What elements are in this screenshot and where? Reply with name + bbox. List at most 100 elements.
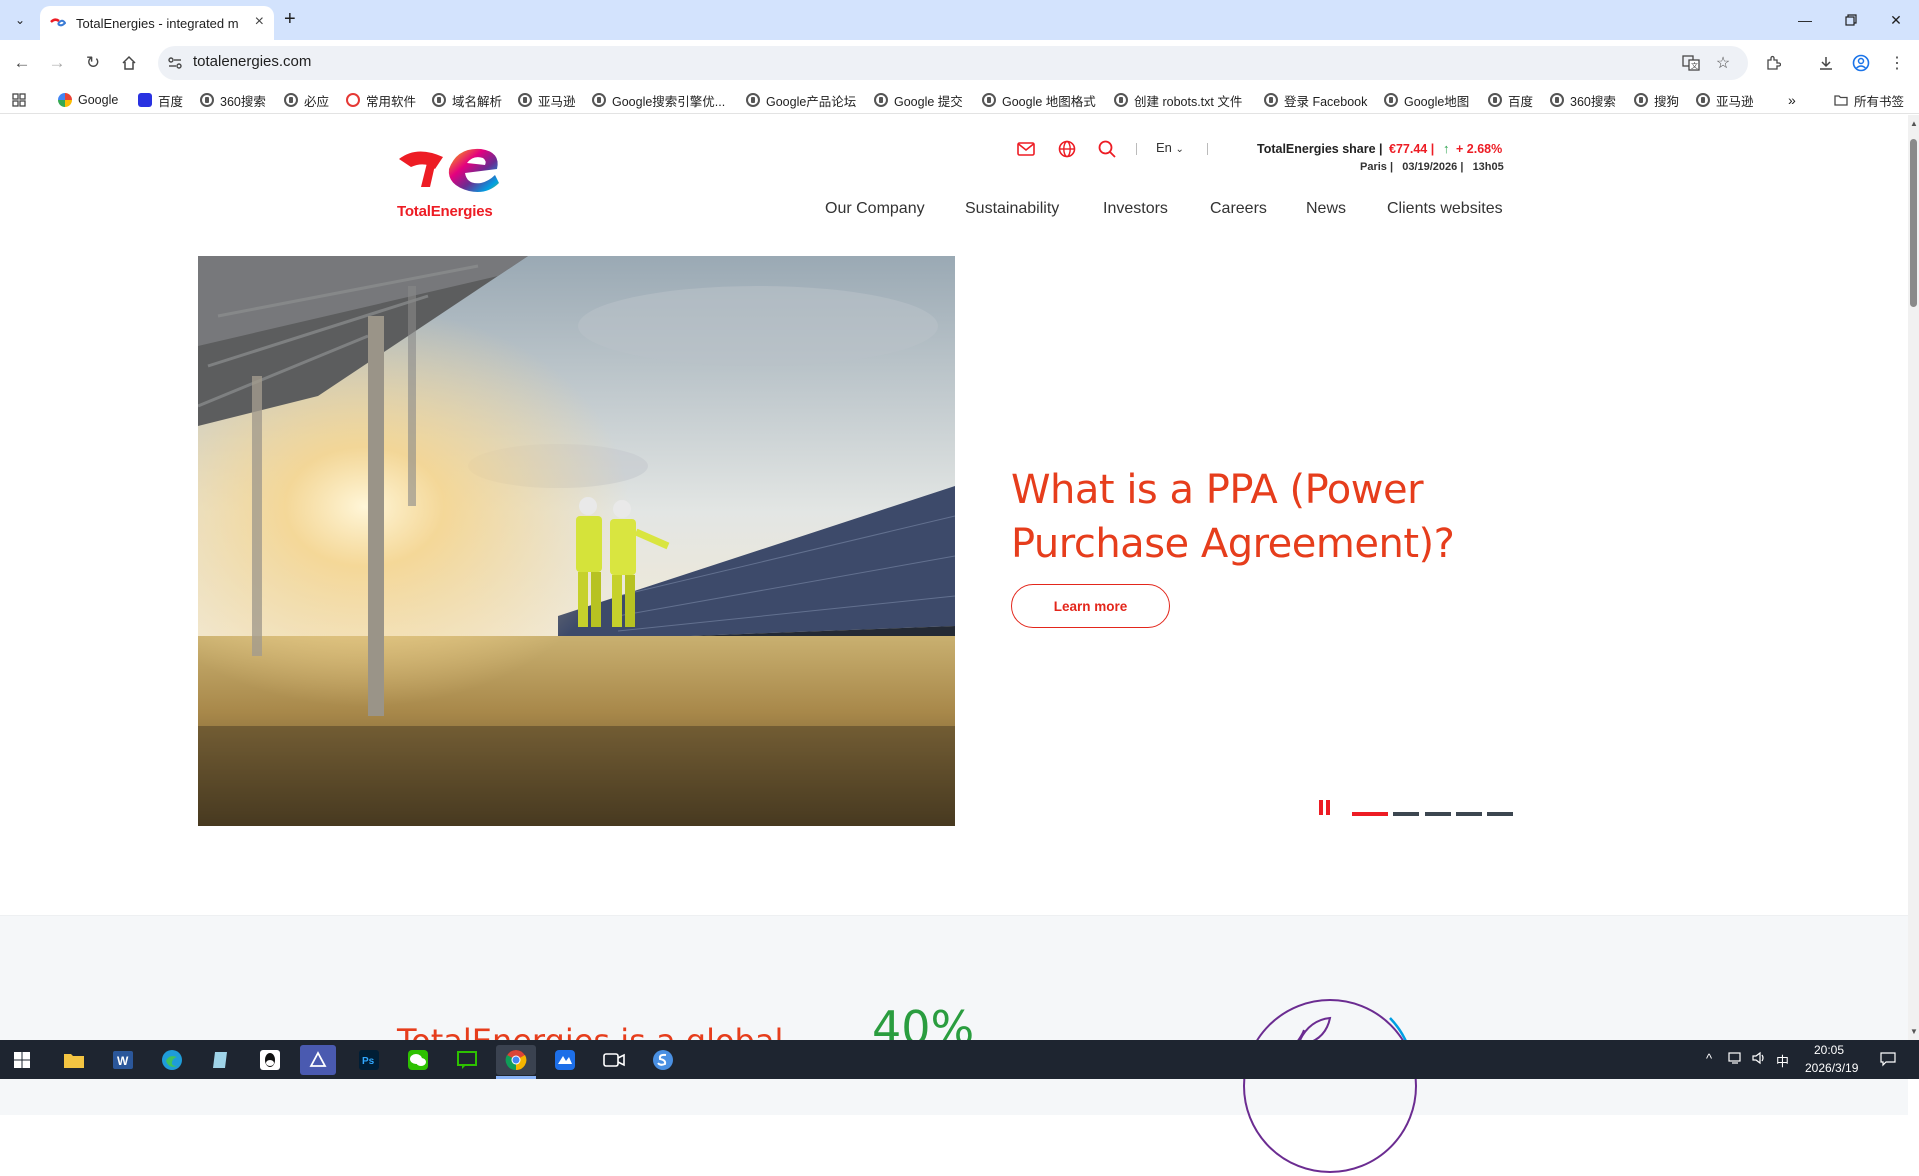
carousel-dot-3[interactable] (1425, 812, 1451, 816)
notifications-icon[interactable] (1880, 1051, 1896, 1070)
all-bookmarks-folder[interactable]: 所有书签 (1834, 91, 1904, 109)
bookmark-item[interactable]: 域名解析 (432, 91, 502, 109)
bookmark-star-icon[interactable]: ☆ (1712, 52, 1734, 74)
file-explorer-icon[interactable] (59, 1045, 89, 1075)
chrome-icon[interactable] (496, 1045, 536, 1075)
edge-icon[interactable] (157, 1045, 187, 1075)
menu-kebab-icon[interactable]: ⋮ (1886, 52, 1908, 74)
ime-indicator[interactable]: 中 (1776, 1051, 1789, 1070)
bookmark-item[interactable]: Google搜索引擎优... (592, 91, 725, 109)
video-app-icon[interactable] (599, 1045, 629, 1075)
bookmark-item[interactable]: 搜狗 (1634, 91, 1679, 109)
learn-more-button[interactable]: Learn more (1011, 584, 1170, 628)
restore-icon[interactable] (1839, 8, 1863, 32)
translate-icon[interactable]: 文 (1680, 52, 1702, 74)
divider (1136, 143, 1137, 155)
lanhu-icon[interactable] (550, 1045, 580, 1075)
globe-icon (746, 93, 760, 107)
photoshop-icon[interactable]: Ps (354, 1045, 384, 1075)
arrow-up-icon: ↑ (1443, 141, 1450, 156)
mail-icon[interactable] (1016, 139, 1036, 159)
bookmark-item[interactable]: 必应 (284, 91, 329, 109)
address-bar[interactable] (158, 46, 1748, 80)
bookmark-item[interactable]: Google 地图格式 (982, 91, 1096, 109)
bookmark-item[interactable]: 百度 (138, 91, 183, 109)
volume-icon[interactable] (1752, 1051, 1768, 1068)
bookmark-item[interactable]: 常用软件 (346, 91, 416, 109)
page-scrollbar[interactable]: ▲ ▼ (1908, 115, 1919, 1040)
active-tab[interactable]: TotalEnergies - integrated m × (40, 6, 274, 40)
sogou-icon[interactable] (648, 1045, 678, 1075)
carousel-dot-4[interactable] (1456, 812, 1482, 816)
chevron-down-icon: ⌄ (1175, 144, 1184, 155)
notepad-icon[interactable] (206, 1045, 236, 1075)
bookmark-item[interactable]: 360搜索 (1550, 91, 1616, 109)
hero-image (198, 256, 955, 826)
nav-our-company[interactable]: Our Company (825, 200, 925, 218)
bookmark-item[interactable]: 360搜索 (200, 91, 266, 109)
leaf-circle-icon (1243, 999, 1417, 1173)
new-tab-icon[interactable]: + (284, 9, 296, 29)
url-text[interactable]: totalenergies.com (193, 53, 311, 70)
tab-search-icon[interactable]: ⌄ (8, 8, 32, 32)
scroll-down-icon[interactable]: ▼ (1910, 1027, 1918, 1036)
globe-icon (518, 93, 532, 107)
globe-icon (1696, 93, 1710, 107)
bookmark-item[interactable]: 百度 (1488, 91, 1533, 109)
bookmark-item[interactable]: 亚马逊 (1696, 91, 1754, 109)
logo-wordmark[interactable]: TotalEnergies (397, 203, 493, 220)
profile-icon[interactable] (1850, 52, 1872, 74)
carousel-dot-1[interactable] (1352, 812, 1388, 816)
nav-news[interactable]: News (1306, 200, 1346, 218)
scroll-up-icon[interactable]: ▲ (1910, 119, 1918, 128)
scroll-thumb[interactable] (1910, 139, 1917, 307)
app-icon[interactable] (300, 1045, 336, 1075)
globe-icon[interactable] (1057, 139, 1077, 159)
nav-clients-websites[interactable]: Clients websites (1387, 200, 1503, 218)
bookmark-item[interactable]: 创建 robots.txt 文件 (1114, 91, 1242, 109)
download-icon[interactable] (1815, 52, 1837, 74)
bookmark-item[interactable]: Google 提交 (874, 91, 963, 109)
baidu-icon (138, 93, 152, 107)
bookmark-item[interactable]: Google地图 (1384, 91, 1469, 109)
minimize-icon[interactable]: — (1793, 8, 1817, 32)
bookmark-item[interactable]: Google产品论坛 (746, 91, 856, 109)
clock-date[interactable]: 2026/3/19 (1805, 1061, 1858, 1075)
pause-icon[interactable] (1318, 799, 1332, 817)
reload-icon[interactable]: ↻ (80, 50, 106, 76)
bookmark-item[interactable]: 登录 Facebook (1264, 91, 1367, 109)
nav-sustainability[interactable]: Sustainability (965, 200, 1059, 218)
carousel-dot-2[interactable] (1393, 812, 1419, 816)
close-window-icon[interactable]: ✕ (1884, 8, 1908, 32)
chat-app-icon[interactable] (452, 1045, 482, 1075)
word-icon[interactable]: W (108, 1045, 138, 1075)
globe-icon (432, 93, 446, 107)
site-info-icon[interactable] (166, 54, 184, 72)
extensions-icon[interactable] (1762, 52, 1784, 74)
home-icon[interactable] (116, 50, 142, 76)
totalenergies-favicon-icon (50, 15, 66, 31)
clock-time[interactable]: 20:05 (1814, 1043, 1844, 1057)
language-selector[interactable]: En ⌄ (1156, 140, 1184, 155)
more-bookmarks-icon[interactable]: » (1788, 91, 1796, 109)
share-price: €77.44 | (1389, 142, 1435, 156)
share-label[interactable]: TotalEnergies share | (1257, 142, 1383, 156)
network-icon[interactable] (1728, 1051, 1744, 1068)
divider (1207, 143, 1208, 155)
wechat-icon[interactable] (403, 1045, 433, 1075)
search-icon[interactable] (1097, 139, 1117, 159)
qq-icon[interactable] (255, 1045, 285, 1075)
carousel-dot-5[interactable] (1487, 812, 1513, 816)
apps-grid-icon[interactable] (12, 91, 26, 109)
bookmark-item[interactable]: Google (58, 91, 118, 109)
bookmark-item[interactable]: 亚马逊 (518, 91, 576, 109)
tab-close-icon[interactable]: × (255, 14, 264, 30)
globe-icon (1550, 93, 1564, 107)
tray-chevron-up-icon[interactable]: ^ (1706, 1051, 1712, 1066)
windows-start-icon[interactable] (7, 1045, 37, 1075)
nav-careers[interactable]: Careers (1210, 200, 1267, 218)
forward-icon[interactable]: → (44, 50, 70, 76)
back-icon[interactable]: ← (9, 50, 35, 76)
nav-investors[interactable]: Investors (1103, 200, 1168, 218)
google-icon (58, 93, 72, 107)
